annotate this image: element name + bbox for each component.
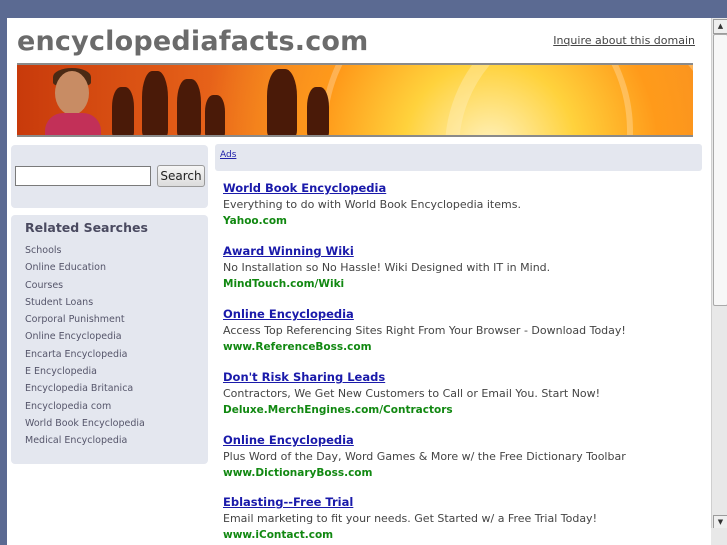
ad-url-link[interactable]: www.ReferenceBoss.com xyxy=(223,341,693,353)
banner-silhouette xyxy=(267,69,297,135)
ads-label-link[interactable]: Ads xyxy=(220,150,236,160)
ad-listing: Award Winning Wiki No Installation so No… xyxy=(223,244,693,290)
ad-title-link[interactable]: Online Encyclopedia xyxy=(223,307,693,324)
ad-description: Plus Word of the Day, Word Games & More … xyxy=(223,450,626,463)
inquire-domain-link[interactable]: Inquire about this domain xyxy=(553,34,695,47)
ads-header-bar: Ads xyxy=(215,144,702,171)
ad-title-link[interactable]: Award Winning Wiki xyxy=(223,244,693,261)
site-title: encyclopediafacts.com xyxy=(17,26,369,57)
header-banner-image xyxy=(17,63,693,137)
ad-url-link[interactable]: Deluxe.MerchEngines.com/Contractors xyxy=(223,404,693,416)
vertical-scrollbar[interactable]: ▲ ▼ xyxy=(711,18,727,545)
ad-description: Access Top Referencing Sites Right From … xyxy=(223,324,626,337)
related-search-link[interactable]: Student Loans xyxy=(25,296,145,313)
ad-listing: Online Encyclopedia Plus Word of the Day… xyxy=(223,433,693,479)
search-input[interactable] xyxy=(15,166,151,186)
banner-silhouette xyxy=(112,87,134,135)
related-search-link[interactable]: Corporal Punishment xyxy=(25,313,145,330)
banner-silhouette xyxy=(307,87,329,135)
scrollbar-thumb[interactable] xyxy=(713,34,727,306)
ad-description: Everything to do with World Book Encyclo… xyxy=(223,198,521,211)
banner-silhouette xyxy=(177,79,201,135)
related-search-link[interactable]: Courses xyxy=(25,279,145,296)
scrollbar-corner xyxy=(711,528,727,545)
banner-child-face xyxy=(55,71,89,115)
ad-listing: World Book Encyclopedia Everything to do… xyxy=(223,181,693,227)
ad-url-link[interactable]: MindTouch.com/Wiki xyxy=(223,278,693,290)
ad-listing: Eblasting--Free Trial Email marketing to… xyxy=(223,495,693,541)
banner-child-shirt xyxy=(45,113,101,135)
ad-description: Contractors, We Get New Customers to Cal… xyxy=(223,387,601,400)
ad-listing: Don't Risk Sharing Leads Contractors, We… xyxy=(223,370,693,416)
ad-description: Email marketing to fit your needs. Get S… xyxy=(223,512,597,525)
related-search-link[interactable]: Encarta Encyclopedia xyxy=(25,348,145,365)
related-search-link[interactable]: Encyclopedia Britanica xyxy=(25,382,145,399)
ad-listing: Online Encyclopedia Access Top Referenci… xyxy=(223,307,693,353)
related-search-link[interactable]: Medical Encyclopedia xyxy=(25,434,145,451)
ad-url-link[interactable]: www.DictionaryBoss.com xyxy=(223,467,693,479)
ad-title-link[interactable]: Eblasting--Free Trial xyxy=(223,495,693,512)
ad-description: No Installation so No Hassle! Wiki Desig… xyxy=(223,261,551,274)
related-searches-panel: Related Searches Schools Online Educatio… xyxy=(11,215,208,464)
search-panel: Search xyxy=(11,145,208,208)
banner-silhouette xyxy=(205,95,225,135)
ad-title-link[interactable]: Online Encyclopedia xyxy=(223,433,693,450)
search-button[interactable]: Search xyxy=(157,165,205,187)
banner-silhouette xyxy=(142,71,168,135)
related-search-link[interactable]: E Encyclopedia xyxy=(25,365,145,382)
related-searches-list: Schools Online Education Courses Student… xyxy=(25,244,145,452)
ad-url-link[interactable]: www.iContact.com xyxy=(223,529,693,541)
page-container: encyclopediafacts.com Inquire about this… xyxy=(7,18,711,545)
banner-swirl-decoration xyxy=(445,65,693,135)
related-searches-heading: Related Searches xyxy=(25,220,148,235)
ad-url-link[interactable]: Yahoo.com xyxy=(223,215,693,227)
scroll-up-arrow-icon[interactable]: ▲ xyxy=(713,19,727,34)
related-search-link[interactable]: Encyclopedia com xyxy=(25,400,145,417)
related-search-link[interactable]: World Book Encyclopedia xyxy=(25,417,145,434)
related-search-link[interactable]: Schools xyxy=(25,244,145,261)
ad-title-link[interactable]: Don't Risk Sharing Leads xyxy=(223,370,693,387)
related-search-link[interactable]: Online Education xyxy=(25,261,145,278)
ad-title-link[interactable]: World Book Encyclopedia xyxy=(223,181,693,198)
related-search-link[interactable]: Online Encyclopedia xyxy=(25,330,145,347)
